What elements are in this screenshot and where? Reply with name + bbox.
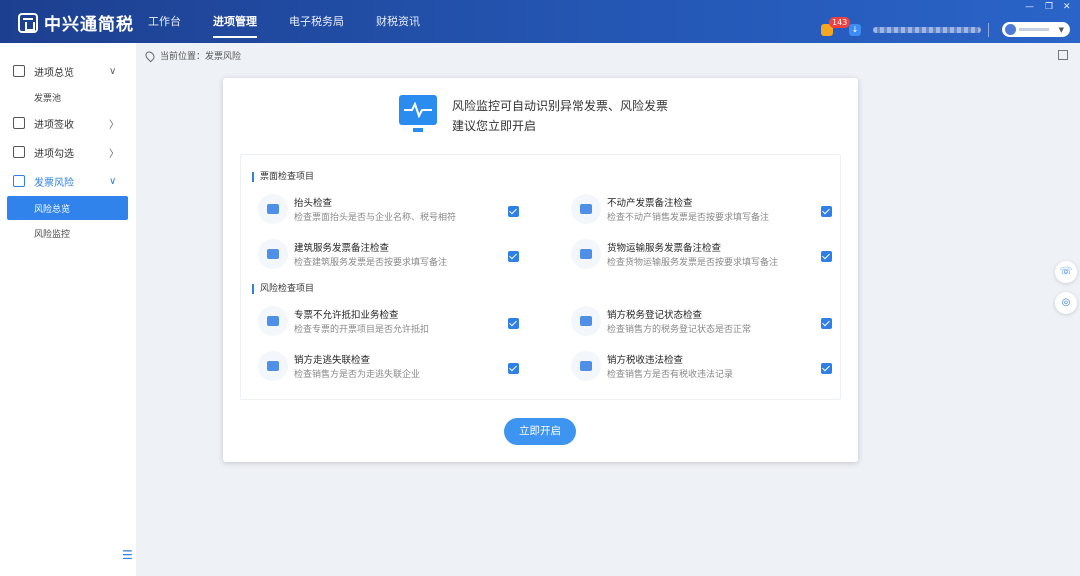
clipboard-icon (571, 306, 601, 336)
divider (988, 23, 989, 37)
download-icon[interactable]: ↓ (849, 24, 861, 36)
chevron-down-icon: ∨ (109, 65, 117, 77)
headset-icon[interactable]: ◎ (1055, 292, 1077, 314)
check-item-name: 货物运输服务发票备注检查 (607, 243, 722, 254)
check-item-no-deduction: 专票不允许抵扣业务检查 检查专票的开票项目是否允许抵扣 (258, 306, 528, 342)
edit-icon (13, 117, 25, 129)
check-item-checkbox[interactable] (508, 251, 519, 262)
sidebar-label: 发票池 (34, 94, 62, 104)
check-item-checkbox[interactable] (508, 206, 519, 217)
id-card-icon (258, 194, 288, 224)
phone-icon[interactable]: ☏ (1055, 261, 1077, 283)
sidebar-item-risk-monitor[interactable]: 风险监控 (0, 221, 136, 245)
sidebar-item-risk-overview[interactable]: 风险总览 (7, 196, 128, 220)
check-item-checkbox[interactable] (508, 363, 519, 374)
check-item-seller-registration: 销方税务登记状态检查 检查销售方的税务登记状态是否正常 (571, 306, 841, 342)
check-item-desc: 检查销售方的税务登记状态是否正常 (607, 325, 752, 335)
chart-line-icon (13, 175, 25, 187)
avatar-icon (1005, 24, 1016, 35)
minimize-icon[interactable]: — (1025, 2, 1034, 12)
check-item-name: 不动产发票备注检查 (607, 198, 693, 209)
sidebar-item-input-sign[interactable]: 进项签收 〉 (0, 109, 136, 137)
hero-line-1: 风险监控可自动识别异常发票、风险发票 (452, 99, 669, 113)
check-item-header: 抬头检查 检查票面抬头是否与企业名称、税号相符 (258, 194, 528, 230)
app-logo[interactable]: 中兴通简税 (18, 10, 134, 35)
sidebar-item-input-select[interactable]: 进项勾选 〉 (0, 138, 136, 166)
fullscreen-icon[interactable] (1058, 50, 1068, 60)
sidebar-item-invoice-risk[interactable]: 发票风险 ∨ (0, 167, 136, 195)
truck-icon (571, 239, 601, 269)
sidebar-label: 进项总览 (34, 67, 74, 79)
check-item-checkbox[interactable] (821, 363, 832, 374)
sidebar-item-input-overview[interactable]: 进项总览 ∨ (0, 57, 136, 85)
masked-username (1019, 28, 1049, 31)
check-item-name: 销方走逃失联检查 (294, 355, 371, 366)
check-item-checkbox[interactable] (821, 318, 832, 329)
document-icon (571, 351, 601, 381)
check-item-checkbox[interactable] (821, 251, 832, 262)
chevron-down-icon: ∨ (109, 175, 117, 187)
pulse-line-icon (404, 102, 432, 118)
check-item-seller-absconded: 销方走逃失联检查 检查销售方是否为走逃失联企业 (258, 351, 528, 387)
section-title-face-check: 票面检查项目 (252, 172, 314, 182)
app-name: 中兴通简税 (44, 15, 134, 35)
top-nav: 工作台 进项管理 电子税务局 财税资讯 (148, 0, 452, 43)
check-item-checkbox[interactable] (821, 206, 832, 217)
company-search-icon (258, 351, 288, 381)
check-item-name: 销方税收违法检查 (607, 355, 684, 366)
check-item-real-estate: 不动产发票备注检查 检查不动产销售发票是否按要求填写备注 (571, 194, 841, 230)
check-item-name: 销方税务登记状态检查 (607, 310, 703, 321)
check-item-desc: 检查建筑服务发票是否按要求填写备注 (294, 258, 448, 268)
check-item-construction: 建筑服务发票备注检查 检查建筑服务发票是否按要求填写备注 (258, 239, 528, 275)
nav-input-management[interactable]: 进项管理 (213, 0, 257, 43)
nav-e-tax-bureau[interactable]: 电子税务局 (289, 0, 344, 43)
breadcrumb: 当前位置：发票风险 (143, 49, 242, 62)
check-item-desc: 检查专票的开票项目是否允许抵扣 (294, 325, 430, 335)
masked-company-name (873, 27, 981, 33)
check-item-desc: 检查票面抬头是否与企业名称、税号相符 (294, 213, 457, 223)
collapse-sidebar-icon[interactable]: ☰ (122, 548, 136, 564)
sidebar-item-invoice-pool[interactable]: 发票池 (0, 85, 136, 109)
location-pin-icon (143, 49, 157, 62)
check-item-name: 建筑服务发票备注检查 (294, 243, 390, 254)
restore-icon[interactable]: ❐ (1045, 2, 1053, 12)
check-item-name: 专票不允许抵扣业务检查 (294, 310, 399, 321)
chevron-right-icon: 〉 (109, 148, 119, 160)
nav-tax-news[interactable]: 财税资讯 (376, 0, 420, 43)
sidebar: 进项总览 ∨ 发票池 进项签收 〉 进项勾选 〉 发票风险 ∨ 风险总览 风险监… (0, 43, 136, 576)
check-item-desc: 检查销售方是否有税收违法记录 (607, 370, 734, 380)
risk-monitor-card: 风险监控可自动识别异常发票、风险发票 建议您立即开启 票面检查项目 抬头检查 检… (223, 78, 858, 462)
top-bar: 中兴通简税 工作台 进项管理 电子税务局 财税资讯 143 ↓ ▼ — ❐ ✕ (0, 0, 1080, 43)
grid-icon (13, 65, 25, 77)
sidebar-label: 风险总览 (34, 205, 71, 215)
check-items-panel: 票面检查项目 抬头检查 检查票面抬头是否与企业名称、税号相符 不动产发票备注检查… (240, 154, 841, 400)
monitor-pulse-icon (399, 95, 437, 132)
chevron-right-icon: 〉 (109, 119, 119, 131)
check-item-desc: 检查销售方是否为走逃失联企业 (294, 370, 421, 380)
user-select[interactable]: ▼ (1002, 22, 1070, 37)
sidebar-label: 进项签收 (34, 119, 74, 131)
check-item-freight: 货物运输服务发票备注检查 检查货物运输服务发票是否按要求填写备注 (571, 239, 841, 275)
sidebar-label: 发票风险 (34, 177, 74, 189)
caret-down-icon: ▼ (1058, 26, 1064, 34)
stamp-icon (571, 194, 601, 224)
check-item-desc: 检查不动产销售发票是否按要求填写备注 (607, 213, 770, 223)
sidebar-label: 进项勾选 (34, 148, 74, 160)
section-title-risk-check: 风险检查项目 (252, 284, 314, 294)
hero-line-2: 建议您立即开启 (452, 119, 537, 133)
check-item-desc: 检查货物运输服务发票是否按要求填写备注 (607, 258, 779, 268)
check-item-checkbox[interactable] (508, 318, 519, 329)
breadcrumb-text: 当前位置：发票风险 (160, 52, 242, 62)
start-now-button[interactable]: 立即开启 (504, 418, 576, 445)
logo-icon (18, 12, 38, 33)
ticket-icon (258, 306, 288, 336)
check-item-name: 抬头检查 (294, 198, 333, 209)
bank-building-icon (258, 239, 288, 269)
nav-workbench[interactable]: 工作台 (148, 0, 181, 43)
check-item-seller-violation: 销方税收违法检查 检查销售方是否有税收违法记录 (571, 351, 841, 387)
notification-badge: 143 (829, 17, 851, 28)
checkbox-icon (13, 146, 25, 158)
close-icon[interactable]: ✕ (1063, 2, 1071, 12)
sidebar-label: 风险监控 (34, 230, 71, 240)
